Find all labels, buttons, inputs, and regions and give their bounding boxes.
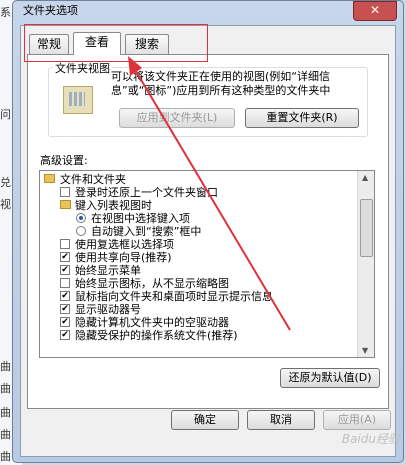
annotation-arrow-icon <box>128 56 291 331</box>
tab-view[interactable]: 查看 <box>73 32 121 55</box>
watermark: Baidu经验 <box>341 432 400 446</box>
